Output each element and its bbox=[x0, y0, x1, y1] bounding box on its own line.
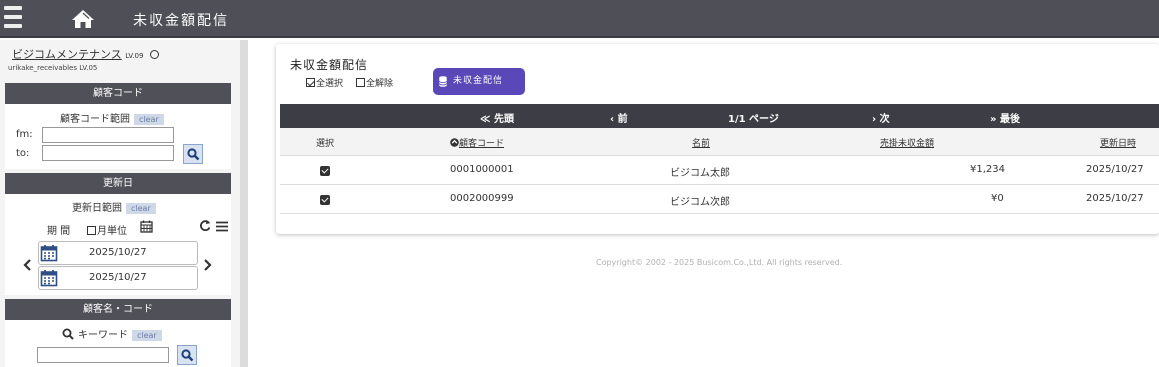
search-icon bbox=[181, 349, 194, 362]
row-amount: ¥0 bbox=[991, 193, 1004, 204]
update-date-panel-title: 更新日 bbox=[5, 173, 231, 194]
update-date-clear-button[interactable]: clear bbox=[126, 202, 156, 214]
pager-next[interactable]: › 次 bbox=[872, 110, 890, 125]
update-date-range: 更新日範囲 clear bbox=[72, 199, 156, 214]
table-row[interactable]: 0001000001 ビジコム太郎 ¥1,234 2025/10/27 bbox=[280, 156, 1159, 185]
date-prev-chevron-icon[interactable] bbox=[23, 259, 32, 274]
page-title: 未収金額配信 bbox=[290, 58, 369, 72]
calendar-icon bbox=[40, 270, 58, 287]
col-updated[interactable]: 更新日時 bbox=[1100, 136, 1136, 149]
user-level: LV.09 bbox=[125, 52, 144, 60]
monthly-unit-check[interactable] bbox=[87, 226, 96, 235]
pagination-bar: ≪ 先頭 ‹ 前 1/1 ページ › 次 » 最後 bbox=[280, 104, 1159, 128]
date-to-value: 2025/10/27 bbox=[89, 272, 147, 283]
calendar-icon[interactable] bbox=[140, 220, 153, 236]
customer-code-range: 顧客コード範囲 clear bbox=[60, 110, 164, 125]
table-row[interactable]: 0002000999 ビジコム次郎 ¥0 2025/10/27 bbox=[280, 185, 1159, 214]
home-icon[interactable] bbox=[70, 8, 96, 30]
row-select-checkbox[interactable] bbox=[320, 166, 330, 176]
to-label: to: bbox=[16, 148, 30, 159]
pager-prev[interactable]: ‹ 前 bbox=[610, 110, 628, 125]
col-amount[interactable]: 売掛未収金額 bbox=[880, 136, 934, 149]
list-icon[interactable] bbox=[216, 221, 228, 235]
row-name: ビジコム次郎 bbox=[670, 197, 730, 208]
account-info: urikake_receivables LV.05 bbox=[8, 64, 98, 72]
select-all-check[interactable] bbox=[306, 78, 315, 87]
customer-name-panel: 顧客名・コード キーワード clear bbox=[5, 299, 231, 367]
pager-last[interactable]: » 最後 bbox=[990, 110, 1020, 125]
row-select-checkbox[interactable] bbox=[320, 195, 330, 205]
date-to-field[interactable]: 2025/10/27 bbox=[38, 266, 198, 290]
col-customer-code[interactable]: 顧客コード bbox=[450, 136, 504, 149]
refresh-icon[interactable] bbox=[199, 219, 211, 235]
customer-code-panel: 顧客コード 顧客コード範囲 clear fm: to: bbox=[5, 83, 231, 169]
customer-code-search-button[interactable] bbox=[183, 144, 203, 164]
customer-code-range-label: 顧客コード範囲 bbox=[60, 114, 130, 125]
keyword-row: キーワード clear bbox=[62, 326, 162, 341]
customer-code-panel-title: 顧客コード bbox=[5, 83, 231, 104]
deselect-all-label: 全解除 bbox=[366, 79, 394, 89]
row-code: 0001000001 bbox=[450, 164, 514, 175]
row-updated: 2025/10/27 bbox=[1086, 193, 1144, 204]
monthly-unit-label: 月単位 bbox=[97, 226, 127, 237]
row-code: 0002000999 bbox=[450, 193, 514, 204]
pager-info: 1/1 ページ bbox=[728, 114, 779, 125]
keyword-search-button[interactable] bbox=[177, 345, 197, 365]
database-icon bbox=[439, 76, 447, 87]
customer-code-from-input[interactable] bbox=[42, 127, 174, 143]
main-card: 未収金額配信 全選択 全解除 未収金配信 ≪ 先頭 ‹ 前 1/1 ページ › … bbox=[276, 44, 1159, 234]
monthly-unit-checkbox[interactable]: 月単位 bbox=[87, 222, 127, 237]
customer-code-clear-button[interactable]: clear bbox=[134, 113, 164, 125]
user-name[interactable]: ビジコムメンテナンス bbox=[12, 48, 122, 61]
row-updated: 2025/10/27 bbox=[1086, 164, 1144, 175]
user-icon[interactable] bbox=[149, 50, 159, 59]
col-select: 選択 bbox=[316, 139, 335, 149]
update-date-range-label: 更新日範囲 bbox=[72, 203, 122, 214]
date-next-chevron-icon[interactable] bbox=[203, 259, 212, 274]
top-bar: 未収金額配信 bbox=[0, 0, 1159, 38]
date-from-field[interactable]: 2025/10/27 bbox=[38, 241, 198, 265]
copyright-text: Copyright© 2002 - 2025 Busicom.Co.,Ltd. … bbox=[596, 258, 843, 267]
send-receivables-button[interactable]: 未収金配信 bbox=[433, 68, 525, 95]
row-amount: ¥1,234 bbox=[970, 164, 1005, 175]
customer-name-panel-title: 顧客名・コード bbox=[5, 299, 231, 320]
sort-up-icon bbox=[450, 138, 459, 147]
keyword-input[interactable] bbox=[37, 347, 169, 363]
send-receivables-label: 未収金配信 bbox=[453, 76, 504, 86]
search-icon bbox=[187, 148, 200, 161]
user-info: ビジコムメンテナンス LV.09 bbox=[12, 46, 159, 62]
pager-first[interactable]: ≪ 先頭 bbox=[480, 110, 514, 125]
period-label: 期 間 bbox=[47, 226, 71, 237]
table-header: 選択 顧客コード 名前 売掛未収金額 更新日時 bbox=[280, 128, 1159, 156]
deselect-all-check[interactable] bbox=[356, 78, 365, 87]
customer-code-to-input[interactable] bbox=[42, 145, 174, 161]
hamburger-menu-icon[interactable] bbox=[4, 6, 22, 32]
search-icon bbox=[62, 328, 74, 340]
select-all-label: 全選択 bbox=[316, 79, 344, 89]
deselect-all-toggle[interactable]: 全解除 bbox=[356, 76, 393, 89]
col-customer-code-label: 顧客コード bbox=[459, 139, 505, 149]
col-name[interactable]: 名前 bbox=[692, 136, 710, 149]
calendar-icon bbox=[40, 245, 58, 262]
keyword-clear-button[interactable]: clear bbox=[132, 329, 162, 341]
row-name: ビジコム太郎 bbox=[670, 168, 730, 179]
app-title: 未収金額配信 bbox=[133, 13, 229, 29]
keyword-label: キーワード bbox=[78, 330, 128, 341]
fm-label: fm: bbox=[16, 129, 33, 140]
date-from-value: 2025/10/27 bbox=[89, 247, 147, 258]
select-all-toggle[interactable]: 全選択 bbox=[306, 76, 343, 89]
sidebar-resize-handle[interactable] bbox=[240, 40, 248, 367]
